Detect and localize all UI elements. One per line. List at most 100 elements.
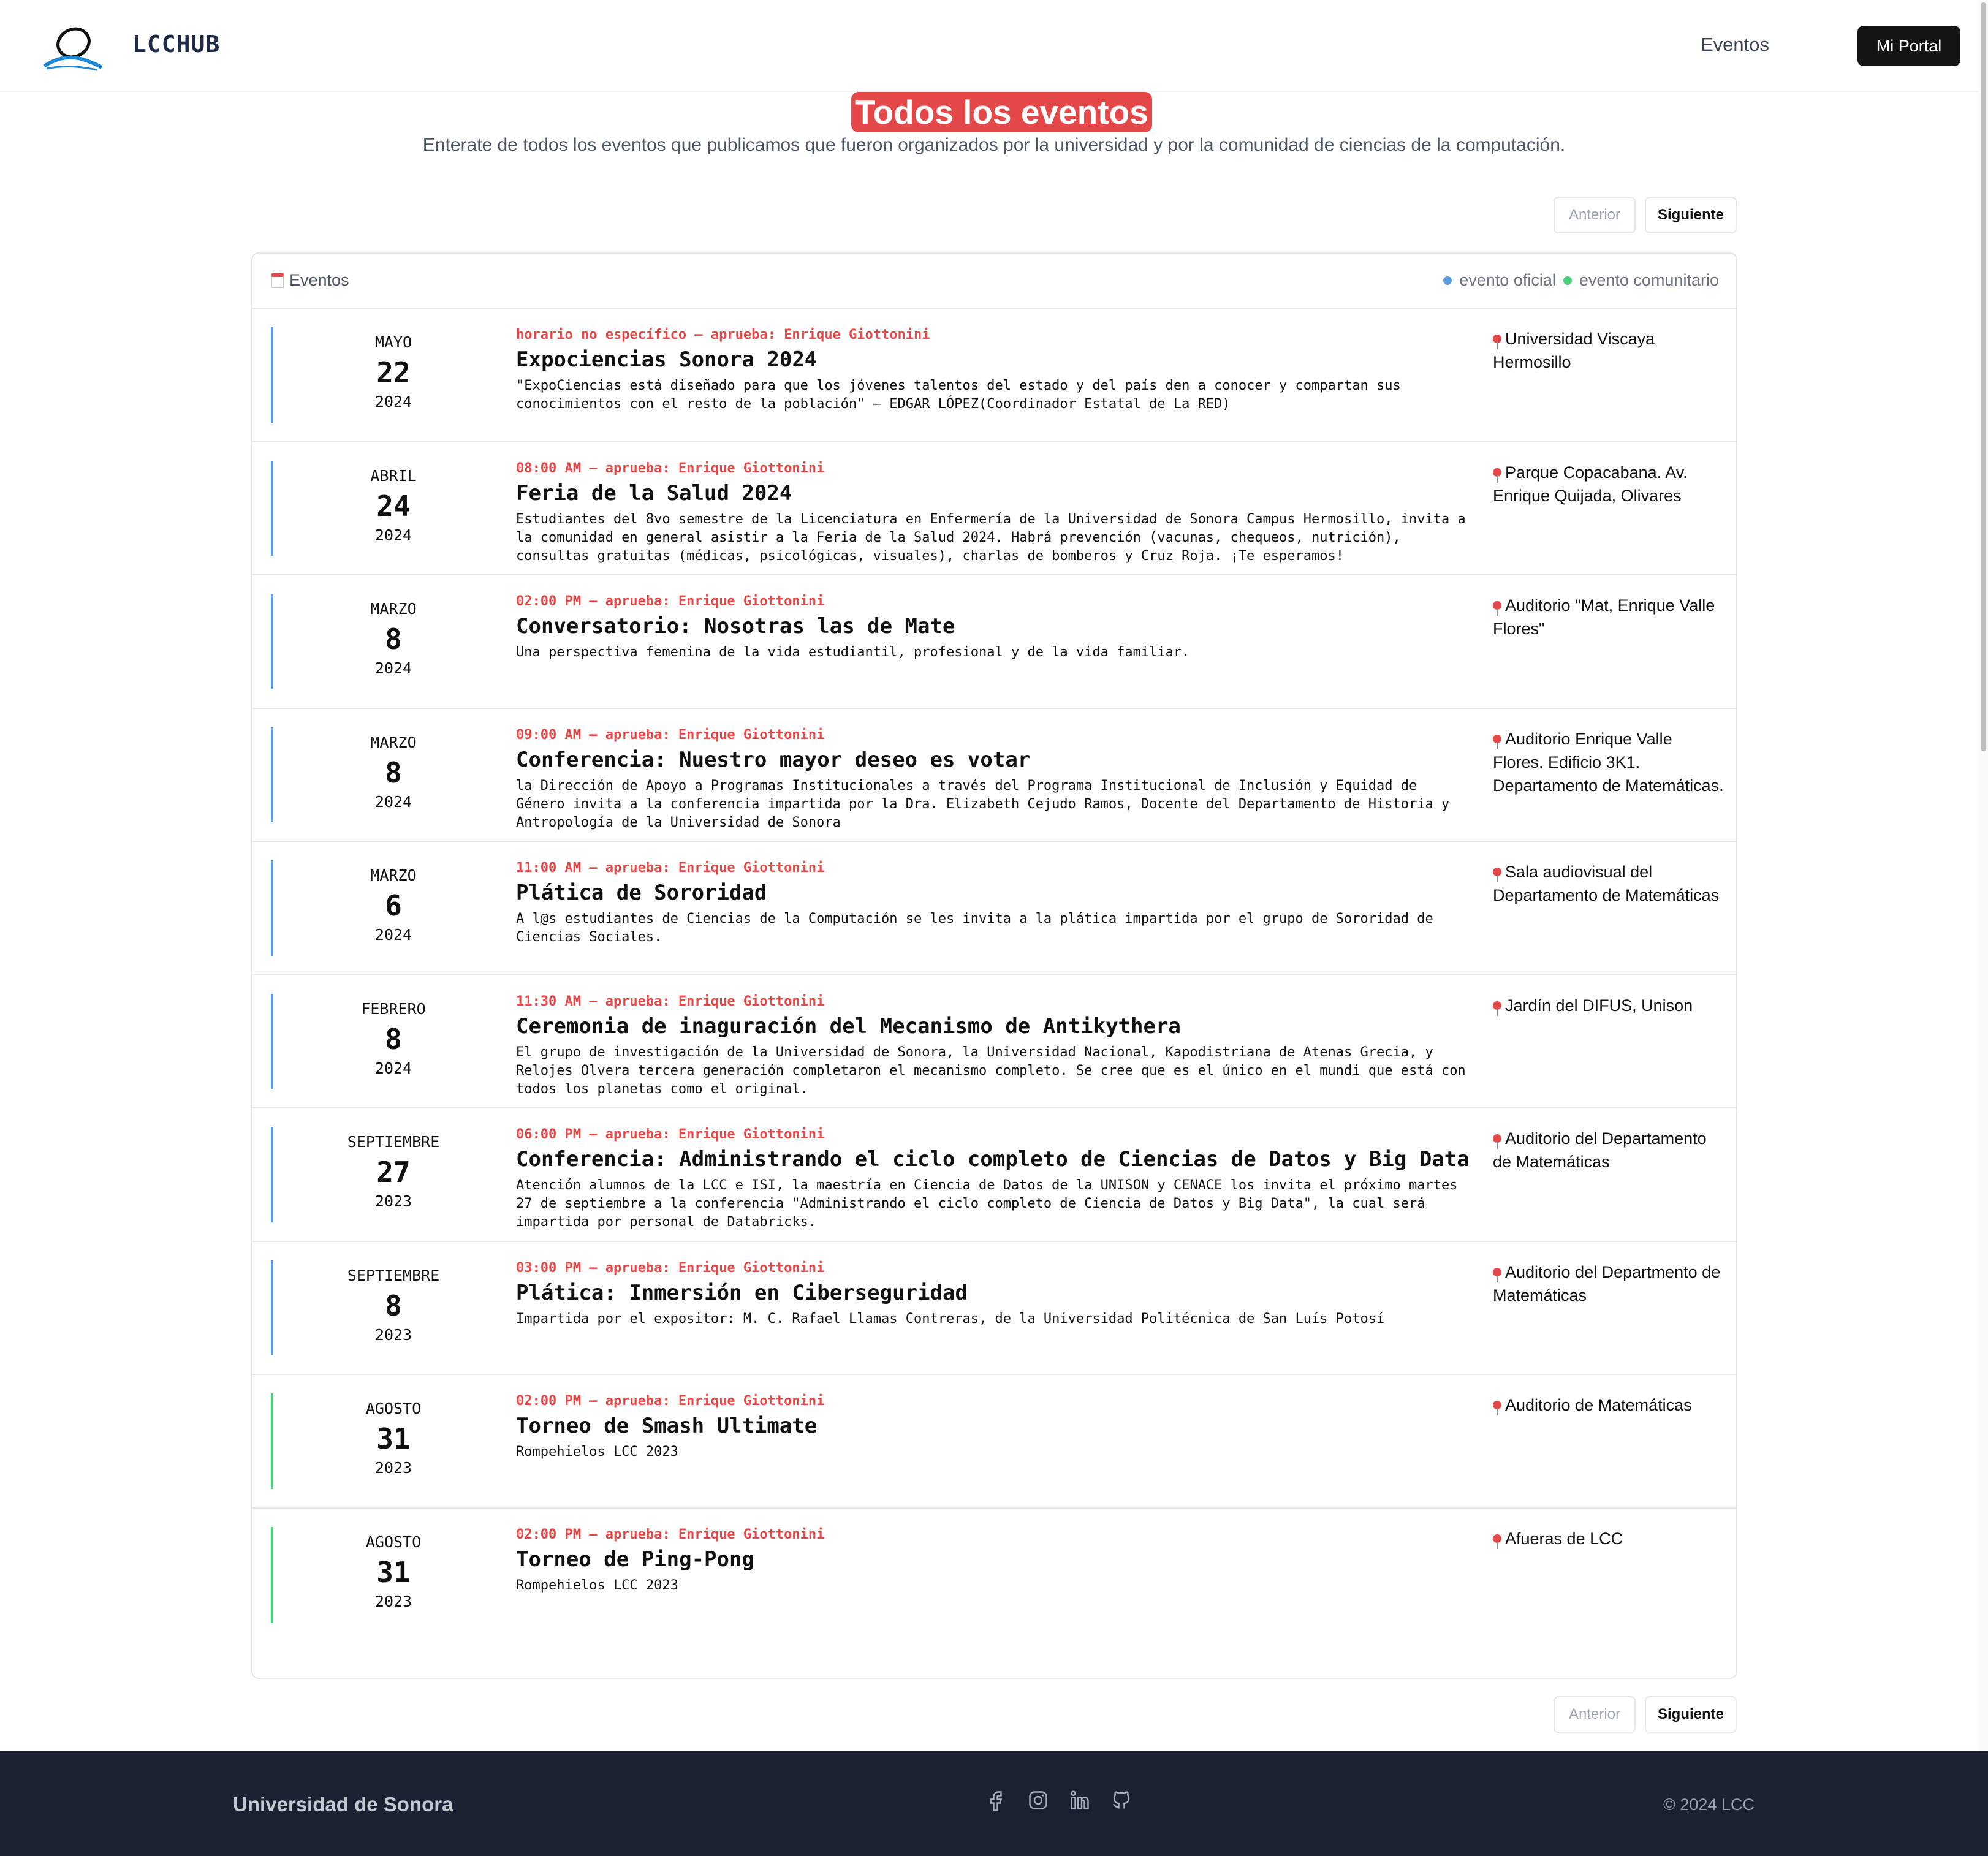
previous-page-button[interactable]: Anterior [1554, 197, 1636, 233]
event-meta: 08:00 AM – aprueba: Enrique Giottonini [516, 460, 825, 476]
events-card-heading: Eventos [289, 271, 349, 289]
event-year: 2023 [374, 1325, 412, 1344]
event-location-text: Universidad Viscaya Hermosillo [1493, 330, 1655, 371]
next-page-button[interactable]: Siguiente [1645, 197, 1737, 233]
event-day: 31 [376, 1555, 411, 1589]
event-type-legend: evento oficial evento comunitario [1443, 271, 1719, 290]
location-pin-icon [1493, 734, 1501, 749]
event-type-bar [271, 1526, 273, 1623]
event-year: 2023 [374, 1592, 412, 1610]
location-pin-icon [1493, 335, 1501, 349]
event-title[interactable]: Conversatorio: Nosotras las de Mate [516, 614, 1472, 638]
event-location: Universidad Viscaya Hermosillo [1493, 327, 1726, 374]
event-date: FEBRERO 8 2024 [308, 1000, 479, 1077]
event-info: horario no específico – aprueba: Enrique… [516, 327, 1472, 414]
previous-page-button[interactable]: Anterior [1554, 1696, 1636, 1733]
event-info: 06:00 PM – aprueba: Enrique Giottonini C… [516, 1127, 1472, 1232]
event-location-text: Auditorio del Departmento de Matemáticas [1493, 1262, 1721, 1305]
event-location: Auditorio de Matemáticas [1493, 1393, 1726, 1417]
event-description: "ExpoCiencias está diseñado para que los… [516, 378, 1401, 412]
nav-link-eventos[interactable]: Eventos [1701, 34, 1769, 56]
event-info: 02:00 PM – aprueba: Enrique Giottonini T… [516, 1527, 1472, 1595]
event-description: A l@s estudiantes de Ciencias de la Comp… [516, 911, 1433, 945]
event-title[interactable]: Conferencia: Administrando el ciclo comp… [516, 1147, 1472, 1172]
event-info: 02:00 PM – aprueba: Enrique Giottonini C… [516, 594, 1472, 662]
event-location: Parque Copacabana. Av. Enrique Quijada, … [1493, 461, 1726, 507]
event-row[interactable]: SEPTIEMBRE 27 2023 06:00 PM – aprueba: E… [252, 1108, 1736, 1242]
next-page-button[interactable]: Siguiente [1645, 1696, 1737, 1733]
event-day: 6 [385, 889, 402, 922]
event-year: 2023 [374, 1192, 412, 1210]
event-row[interactable]: MARZO 8 2024 09:00 AM – aprueba: Enrique… [252, 709, 1736, 842]
event-row[interactable]: MARZO 8 2024 02:00 PM – aprueba: Enrique… [252, 575, 1736, 709]
event-location-text: Auditorio "Mat, Enrique Valle Flores" [1493, 596, 1715, 638]
event-row[interactable]: AGOSTO 31 2023 02:00 PM – aprueba: Enriq… [252, 1375, 1736, 1509]
legend-official: evento oficial [1459, 271, 1556, 289]
event-date: SEPTIEMBRE 27 2023 [308, 1133, 479, 1210]
event-row[interactable]: MARZO 6 2024 11:00 AM – aprueba: Enrique… [252, 842, 1736, 975]
event-location: Auditorio del Departamento de Matemática… [1493, 1127, 1726, 1173]
event-title[interactable]: Ceremonia de inaguración del Mecanismo d… [516, 1014, 1472, 1039]
event-row[interactable]: FEBRERO 8 2024 11:30 AM – aprueba: Enriq… [252, 975, 1736, 1108]
event-row[interactable]: SEPTIEMBRE 8 2023 03:00 PM – aprueba: En… [252, 1242, 1736, 1375]
event-row[interactable]: ABRIL 24 2024 08:00 AM – aprueba: Enriqu… [252, 442, 1736, 575]
github-icon[interactable] [1110, 1789, 1132, 1811]
location-pin-icon [1493, 1001, 1501, 1016]
scrollbar-thumb[interactable] [1981, 2, 1986, 751]
event-location: Afueras de LCC [1493, 1527, 1726, 1550]
event-title[interactable]: Plática: Inmersión en Ciberseguridad [516, 1281, 1472, 1305]
event-title[interactable]: Conferencia: Nuestro mayor deseo es vota… [516, 748, 1472, 772]
event-info: 09:00 AM – aprueba: Enrique Giottonini C… [516, 727, 1472, 832]
event-location: Sala audiovisual del Departamento de Mat… [1493, 860, 1726, 907]
event-location-text: Afueras de LCC [1505, 1529, 1623, 1548]
lcchub-logo-icon[interactable] [38, 18, 105, 74]
event-info: 11:30 AM – aprueba: Enrique Giottonini C… [516, 994, 1472, 1099]
event-type-bar [271, 1260, 273, 1355]
event-row[interactable]: AGOSTO 31 2023 02:00 PM – aprueba: Enriq… [252, 1509, 1736, 1642]
event-date: SEPTIEMBRE 8 2023 [308, 1267, 479, 1344]
event-title[interactable]: Torneo de Ping-Pong [516, 1547, 1472, 1572]
event-description: Una perspectiva femenina de la vida estu… [516, 645, 1190, 660]
calendar-icon [271, 273, 284, 288]
pagination-bottom: Anterior Siguiente [1554, 1696, 1737, 1733]
event-day: 24 [376, 489, 411, 523]
event-year: 2024 [374, 1059, 412, 1077]
event-month: MARZO [370, 866, 417, 884]
legend-community: evento comunitario [1579, 271, 1719, 289]
event-type-bar [271, 1127, 273, 1222]
event-day: 8 [385, 623, 402, 656]
event-meta: 09:00 AM – aprueba: Enrique Giottonini [516, 727, 825, 743]
event-description: Estudiantes del 8vo semestre de la Licen… [516, 511, 1466, 564]
event-meta: 02:00 PM – aprueba: Enrique Giottonini [516, 1393, 825, 1409]
event-month: SEPTIEMBRE [347, 1266, 440, 1284]
event-title[interactable]: Plática de Sororidad [516, 881, 1472, 905]
event-description: Impartida por el expositor: M. C. Rafael… [516, 1311, 1385, 1327]
event-date: AGOSTO 31 2023 [308, 1400, 479, 1477]
facebook-icon[interactable] [985, 1789, 1007, 1811]
event-title[interactable]: Expociencias Sonora 2024 [516, 347, 1472, 372]
event-meta: 11:30 AM – aprueba: Enrique Giottonini [516, 993, 825, 1009]
event-title[interactable]: Feria de la Salud 2024 [516, 481, 1472, 506]
event-location-text: Jardín del DIFUS, Unison [1505, 996, 1693, 1015]
event-date: MARZO 8 2024 [308, 733, 479, 811]
event-type-bar [271, 860, 273, 956]
event-year: 2024 [374, 659, 412, 677]
event-row[interactable]: MAYO 22 2024 horario no específico – apr… [252, 309, 1736, 442]
event-title[interactable]: Torneo de Smash Ultimate [516, 1414, 1472, 1438]
location-pin-icon [1493, 1534, 1501, 1549]
event-location: Auditorio "Mat, Enrique Valle Flores" [1493, 594, 1726, 640]
event-meta: 03:00 PM – aprueba: Enrique Giottonini [516, 1260, 825, 1276]
event-description: la Dirección de Apoyo a Programas Instit… [516, 778, 1450, 830]
footer-university: Universidad de Sonora [233, 1793, 453, 1816]
event-year: 2024 [374, 926, 412, 944]
brand-name[interactable]: LCCHUB [132, 31, 220, 58]
event-month: FEBRERO [361, 999, 426, 1018]
event-day: 8 [385, 1022, 402, 1056]
event-day: 31 [376, 1422, 411, 1455]
instagram-icon[interactable] [1027, 1789, 1049, 1811]
linkedin-icon[interactable] [1069, 1789, 1091, 1811]
mi-portal-button[interactable]: Mi Portal [1857, 26, 1960, 66]
event-date: AGOSTO 31 2023 [308, 1533, 479, 1610]
event-day: 8 [385, 1289, 402, 1322]
event-date: MARZO 6 2024 [308, 866, 479, 944]
